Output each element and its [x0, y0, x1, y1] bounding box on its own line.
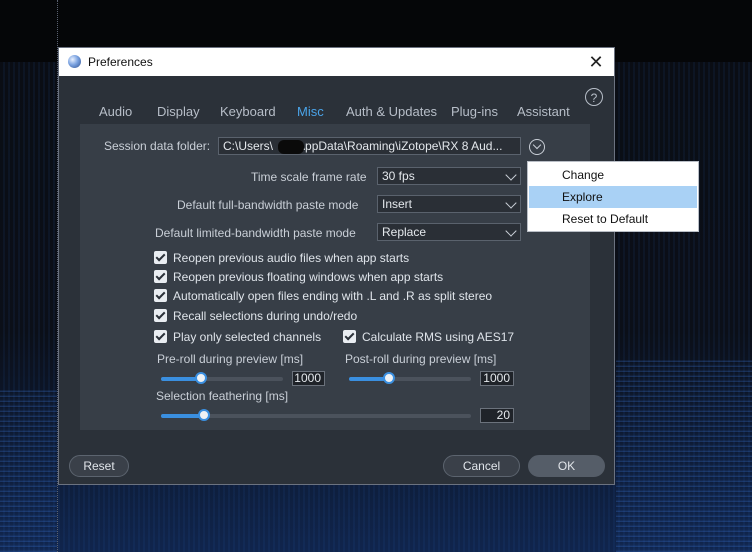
close-icon[interactable]: ✕: [584, 50, 608, 74]
limited-bandwidth-select[interactable]: Replace: [377, 223, 521, 241]
checkbox-checked-icon: [343, 330, 356, 343]
tab-keyboard[interactable]: Keyboard: [220, 104, 276, 119]
misc-panel: Session data folder: C:\Users\ AppData\Ro…: [80, 124, 590, 430]
preroll-label: Pre-roll during preview [ms]: [157, 352, 304, 366]
limited-bandwidth-label: Default limited-bandwidth paste mode: [155, 226, 356, 240]
dialog-title: Preferences: [88, 55, 153, 69]
chevron-down-icon: [505, 225, 517, 237]
preroll-slider-handle[interactable]: [195, 372, 208, 384]
checkbox-label: Reopen previous audio files when app sta…: [173, 251, 410, 265]
checkbox-label: Reopen previous floating windows when ap…: [173, 270, 444, 284]
izotope-app-icon: [68, 55, 81, 68]
feathering-value-input[interactable]: 20: [480, 408, 514, 423]
checkbox-checked-icon: [154, 289, 167, 302]
checkbox-reopen-audio-files[interactable]: Reopen previous audio files when app sta…: [154, 251, 409, 265]
session-folder-field[interactable]: C:\Users\ AppData\Roaming\iZotope\RX 8 Au…: [218, 137, 521, 155]
menu-item-change[interactable]: Change: [529, 164, 697, 186]
full-bandwidth-select[interactable]: Insert: [377, 195, 521, 213]
chevron-down-circle-icon[interactable]: [529, 139, 545, 155]
limited-bandwidth-value: Replace: [382, 225, 427, 239]
session-folder-path-start: C:\Users\: [223, 139, 274, 153]
background-spectrogram-noise-right: [616, 360, 752, 552]
preferences-dialog: Preferences ✕ Audio Display Keyboard Mis…: [58, 47, 615, 485]
menu-item-explore[interactable]: Explore: [529, 186, 697, 208]
checkbox-checked-icon: [154, 309, 167, 322]
chevron-down-icon: [505, 169, 517, 181]
session-folder-menu: Change Explore Reset to Default: [527, 161, 699, 232]
checkbox-rms-aes17[interactable]: Calculate RMS using AES17: [343, 330, 514, 344]
tab-assistant[interactable]: Assistant: [517, 104, 570, 119]
redaction-mark: [278, 140, 304, 154]
background-spectrogram-noise-left: [0, 390, 57, 552]
postroll-value-input[interactable]: 1000: [480, 371, 514, 386]
preroll-slider[interactable]: [161, 372, 283, 384]
time-scale-label: Time scale frame rate: [251, 170, 367, 184]
checkbox-checked-icon: [154, 270, 167, 283]
ok-button[interactable]: OK: [528, 455, 605, 477]
tab-plug-ins[interactable]: Plug-ins: [451, 104, 498, 119]
dialog-titlebar[interactable]: Preferences ✕: [59, 48, 614, 76]
postroll-label: Post-roll during preview [ms]: [345, 352, 497, 366]
feathering-slider-handle[interactable]: [198, 409, 211, 421]
menu-item-reset-to-default[interactable]: Reset to Default: [529, 208, 697, 230]
session-folder-label: Session data folder:: [104, 139, 211, 153]
checkbox-label: Recall selections during undo/redo: [173, 309, 358, 323]
postroll-slider[interactable]: [349, 372, 471, 384]
full-bandwidth-label: Default full-bandwidth paste mode: [177, 198, 359, 212]
session-folder-path-end: AppData\Roaming\iZotope\RX 8 Aud...: [297, 139, 503, 153]
checkbox-split-stereo[interactable]: Automatically open files ending with .L …: [154, 289, 492, 303]
cancel-button[interactable]: Cancel: [443, 455, 520, 477]
tab-audio[interactable]: Audio: [99, 104, 132, 119]
checkbox-label: Automatically open files ending with .L …: [173, 289, 493, 303]
reset-button[interactable]: Reset: [69, 455, 129, 477]
checkbox-checked-icon: [154, 330, 167, 343]
checkbox-checked-icon: [154, 251, 167, 264]
checkbox-reopen-floating-windows[interactable]: Reopen previous floating windows when ap…: [154, 270, 443, 284]
tab-misc[interactable]: Misc: [297, 104, 324, 119]
tab-display[interactable]: Display: [157, 104, 200, 119]
preroll-value-input[interactable]: 1000: [292, 371, 325, 386]
full-bandwidth-value: Insert: [382, 197, 413, 211]
feathering-label: Selection feathering [ms]: [156, 389, 289, 403]
checkbox-play-selected-channels[interactable]: Play only selected channels: [154, 330, 321, 344]
tab-auth-updates[interactable]: Auth & Updates: [346, 104, 437, 119]
checkbox-label: Calculate RMS using AES17: [362, 330, 515, 344]
feathering-slider[interactable]: [161, 409, 471, 421]
help-icon[interactable]: ?: [585, 88, 603, 106]
postroll-slider-handle[interactable]: [383, 372, 396, 384]
checkbox-label: Play only selected channels: [173, 330, 322, 344]
chevron-down-icon: [505, 197, 517, 209]
checkbox-recall-selections[interactable]: Recall selections during undo/redo: [154, 309, 357, 323]
time-scale-value: 30 fps: [382, 169, 415, 183]
time-scale-select[interactable]: 30 fps: [377, 167, 521, 185]
